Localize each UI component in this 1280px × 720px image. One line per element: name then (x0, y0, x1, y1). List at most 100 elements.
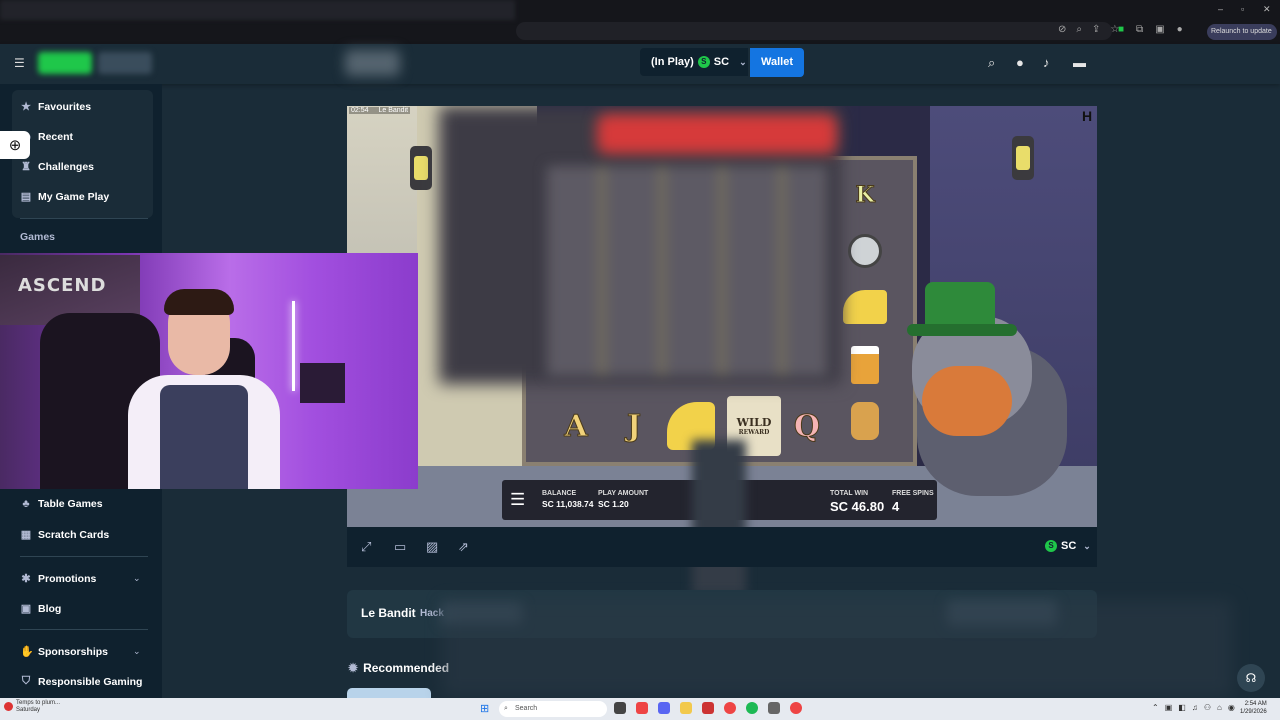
menu-toggle-icon[interactable]: ☰ (14, 56, 25, 70)
sidebar-item-blog[interactable]: ▣ Blog (20, 602, 62, 616)
sidebar-item-my-game-play[interactable]: ▤ My Game Play (20, 190, 109, 204)
street-lamp-icon (410, 146, 432, 190)
chevron-down-icon[interactable]: ⌄ (133, 573, 141, 584)
cabinet (300, 363, 345, 403)
sidebar-divider (20, 218, 148, 219)
sidebar-item-sponsorships[interactable]: ✋ Sponsorships (20, 645, 108, 659)
sidebar-item-label: Table Games (38, 498, 103, 510)
puzzle-icon[interactable]: ⧉ (1136, 24, 1143, 35)
weather-widget[interactable]: Temps to plum... Saturday (16, 700, 60, 714)
support-headset-icon[interactable]: ☊ (1237, 664, 1265, 692)
currency-code: SC (1061, 540, 1077, 552)
wallet-button[interactable]: Wallet (750, 48, 804, 77)
sidebar-item-label: Promotions (38, 572, 97, 585)
game-menu-icon[interactable]: ☰ (510, 491, 526, 508)
sidebar-item-table-games[interactable]: ♣ Table Games (20, 498, 103, 510)
streamer-hair (164, 289, 234, 315)
user-icon[interactable]: ● (1016, 55, 1024, 70)
chat-icon[interactable]: ▬ (1073, 55, 1086, 70)
app-icon[interactable] (702, 702, 714, 714)
casino-toggle-blurred[interactable] (38, 52, 92, 74)
streamer-webcam: ASCEND (0, 253, 418, 489)
magnifier-overlay-icon[interactable]: ⊕ (0, 131, 30, 159)
game-logo-blurred (597, 114, 837, 154)
street-lamp-icon (1012, 136, 1034, 180)
document-icon: ▣ (20, 603, 32, 615)
recommended-blurred (442, 600, 1232, 696)
address-bar[interactable] (516, 22, 1112, 40)
light-bar (292, 301, 295, 391)
relaunch-to-update-button[interactable]: Relaunch to update (1207, 24, 1277, 40)
popout-icon[interactable]: ⇗ (458, 539, 469, 555)
stats-icon[interactable]: ▨ (426, 539, 438, 555)
play-amount-label: PLAY AMOUNT (598, 490, 649, 497)
reel-symbol-a: A (564, 408, 588, 444)
chevron-down-icon[interactable]: ⌄ (133, 646, 141, 657)
game-reels-blurred (547, 166, 827, 376)
sweeps-coin-icon: S (1045, 540, 1057, 552)
games-heading: Games (20, 231, 56, 243)
system-tray-icons[interactable]: ⌃▣◧♫⚇⌂◉ (1152, 703, 1241, 712)
spotify-icon[interactable] (746, 702, 758, 714)
weather-alert-icon[interactable] (4, 702, 13, 711)
game-title[interactable]: Le Bandit (361, 606, 416, 620)
theatre-icon[interactable]: ▭ (394, 539, 406, 555)
sidebar-item-responsible-gaming[interactable]: ⛉ Responsible Gaming (20, 675, 143, 688)
expand-icon[interactable]: ⤢ (361, 539, 371, 555)
address-bar-icons: ⊘ ⌕ ⇪ ☆ (1058, 24, 1119, 35)
taskbar-search-placeholder: Search (515, 705, 538, 712)
sidepanel-icon[interactable]: ▣ (1155, 24, 1164, 35)
browser-tab-blurred[interactable] (0, 0, 515, 20)
wild-sublabel: REWARD (738, 429, 770, 436)
banner-text: ASCEND (18, 275, 107, 296)
discord-icon[interactable] (658, 702, 670, 714)
sidebar-item-scratch-cards[interactable]: ▦ Scratch Cards (20, 528, 110, 542)
weather-line1: Temps to plum... (16, 700, 61, 706)
search-icon[interactable]: ⌕ (988, 55, 995, 71)
sidebar-item-label: Responsible Gaming (38, 675, 143, 688)
reel-symbol-j: J (626, 408, 642, 444)
currency-selector[interactable]: (In Play) S SC ⌄ (640, 48, 748, 76)
reel-symbol-q: Q (793, 408, 821, 444)
notepad-icon[interactable] (768, 702, 780, 714)
play-amount-value[interactable]: SC 1.20 (598, 499, 629, 509)
free-spins-label: FREE SPINS (892, 490, 934, 497)
windows-start-icon[interactable]: ⊞ (480, 702, 489, 715)
maximize-icon[interactable]: ▫ (1241, 4, 1244, 14)
game-currency-selector[interactable]: S SC ⌄ (1045, 540, 1091, 552)
game-provider[interactable]: Hack (420, 608, 444, 619)
sidebar-item-challenges[interactable]: ♜ Challenges (20, 160, 94, 174)
close-icon[interactable]: ✕ (1263, 4, 1271, 15)
wild-label: WILD (736, 416, 772, 429)
sidebar-item-label: Scratch Cards (38, 528, 110, 541)
share-icon[interactable]: ⇪ (1092, 24, 1100, 35)
camera-blocked-icon[interactable]: ⊘ (1058, 24, 1066, 35)
sidebar-item-promotions[interactable]: ✱ Promotions (20, 572, 97, 586)
gear-icon: ✹ (348, 661, 359, 675)
raccoon-beard (922, 366, 1012, 436)
extension-icon[interactable]: ■ (1118, 24, 1124, 35)
currency-code: SC (713, 56, 730, 68)
minimize-icon[interactable]: – (1218, 4, 1223, 14)
bread-icon (841, 394, 889, 448)
poker-toggle-blurred[interactable] (98, 52, 152, 74)
chrome-icon[interactable] (724, 702, 736, 714)
chrome-icon[interactable] (790, 702, 802, 714)
extensions-area: ■ ⧉ ▣ ● (1118, 24, 1183, 35)
taskbar-search[interactable]: ⌕ Search (499, 701, 607, 717)
profile-avatar-icon[interactable]: ● (1177, 24, 1183, 35)
zoom-icon[interactable]: ⌕ (1076, 24, 1082, 35)
taskbar-clock[interactable]: 2:54 AM 1/29/2026 (1240, 700, 1267, 716)
recommended-heading: ✹ Recommended (348, 661, 449, 675)
chrome-icon[interactable] (636, 702, 648, 714)
raccoon-hat-brim (907, 324, 1017, 336)
site-logo-blurred[interactable] (345, 50, 400, 76)
clock-time: 2:54 AM (1244, 701, 1267, 707)
sidebar-item-favourites[interactable]: ★ Favourites (20, 100, 91, 114)
handshake-icon: ✋ (20, 646, 34, 658)
beer-mug-icon (841, 338, 889, 392)
task-view-icon[interactable] (614, 702, 626, 714)
bell-icon[interactable]: ♪ (1043, 55, 1050, 70)
file-explorer-icon[interactable] (680, 702, 692, 714)
chevron-down-icon: ⌄ (1083, 540, 1091, 551)
